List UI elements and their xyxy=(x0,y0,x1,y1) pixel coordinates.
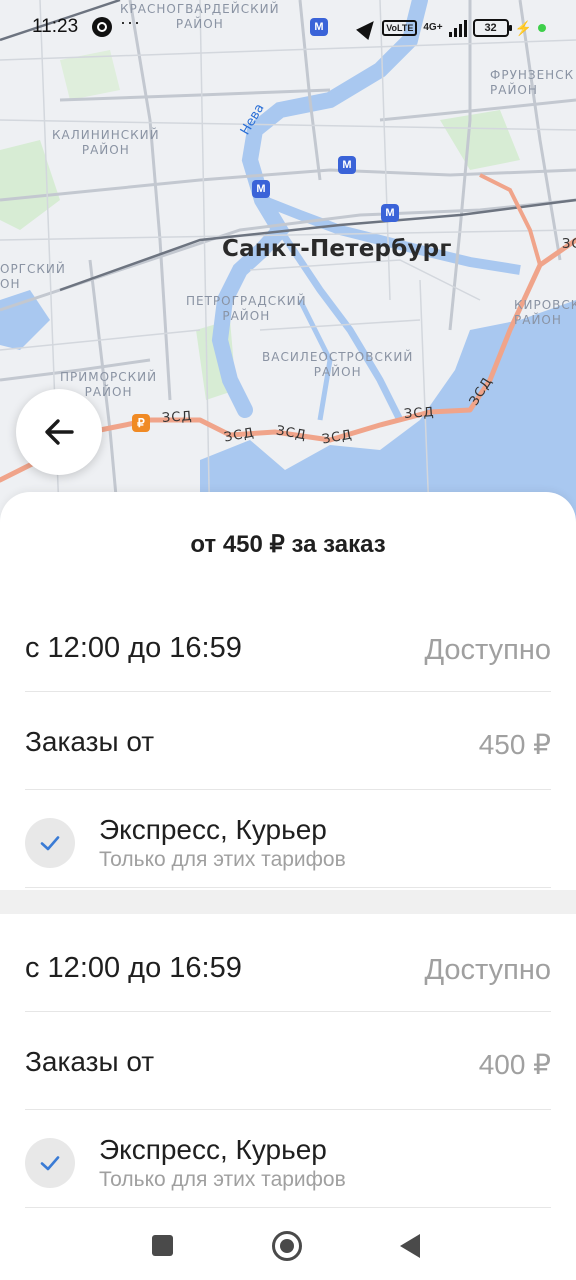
district-label-vasileostrovsky: ВАСИЛЕОСТРОВСКИЙ РАЙОН xyxy=(262,350,414,379)
status-time: 11:23 xyxy=(32,16,79,37)
recent-apps-square-icon[interactable] xyxy=(152,1235,173,1256)
tariff-row[interactable]: Экспресс, Курьер Только для этих тарифов xyxy=(25,1110,551,1208)
slot-card: с 12:00 до 16:59 Доступно Заказы от 400 … xyxy=(0,914,576,1208)
back-button[interactable] xyxy=(16,389,102,475)
arrow-left-icon xyxy=(45,419,74,445)
tariff-name: Экспресс, Курьер xyxy=(99,1134,327,1165)
time-slot-row[interactable]: с 12:00 до 16:59 Доступно xyxy=(25,914,551,1012)
checkmark-icon[interactable] xyxy=(25,818,75,868)
offer-sheet: от 450 ₽ за заказ с 12:00 до 16:59 Досту… xyxy=(0,492,576,1210)
status-right-group: VoLTE 4G+ 32 ⚡ xyxy=(356,15,546,41)
notification-app-icon xyxy=(92,17,112,37)
orders-from-label: Заказы от xyxy=(25,726,155,757)
slot-card: с 12:00 до 16:59 Доступно Заказы от 450 … xyxy=(0,594,576,888)
metro-icon[interactable]: М xyxy=(381,204,399,222)
volte-icon: VoLTE xyxy=(382,20,418,36)
checkmark-icon[interactable] xyxy=(25,1138,75,1188)
charging-icon: ⚡ xyxy=(514,19,532,36)
section-divider xyxy=(0,890,576,914)
time-slot-label: с 12:00 до 16:59 xyxy=(25,952,242,984)
orders-from-label: Заказы от xyxy=(25,1046,155,1077)
orders-from-row: Заказы от 450 ₽ xyxy=(25,692,551,790)
location-arrow-icon xyxy=(356,15,381,41)
signal-icon xyxy=(448,19,467,37)
network-type: 4G+ xyxy=(423,22,443,33)
district-label-kirovsky: КИРОВСК РАЙОН xyxy=(514,298,576,327)
time-slot-status: Доступно xyxy=(424,634,551,666)
metro-icon[interactable]: М xyxy=(338,156,356,174)
sheet-title: от 450 ₽ за заказ xyxy=(190,531,386,558)
system-nav-bar xyxy=(0,1210,576,1280)
back-triangle-icon[interactable] xyxy=(400,1234,420,1258)
city-label: Санкт-Петербург xyxy=(222,236,452,262)
tariff-note: Только для этих тарифов xyxy=(99,1168,346,1191)
orders-from-value: 450 ₽ xyxy=(478,729,551,760)
status-bar: 11:23 ··· VoLTE 4G+ 32 ⚡ xyxy=(0,0,576,56)
paid-road-icon: ₽ xyxy=(132,414,150,432)
privacy-indicator-icon xyxy=(538,24,546,32)
home-circle-icon[interactable] xyxy=(272,1231,302,1261)
district-label-vyborgsky: ОРГСКИЙ ОН xyxy=(0,262,66,291)
tariff-note: Только для этих тарифов xyxy=(99,848,346,871)
time-slot-label: с 12:00 до 16:59 xyxy=(25,632,242,664)
district-label-frunzensky: ФРУНЗЕНСК РАЙОН xyxy=(490,68,575,97)
time-slot-row[interactable]: с 12:00 до 16:59 Доступно xyxy=(25,594,551,692)
metro-icon[interactable]: М xyxy=(252,180,270,198)
battery-icon: 32 xyxy=(472,19,512,37)
road-label-zsd: ЗСД xyxy=(161,408,194,427)
time-slot-status: Доступно xyxy=(424,954,551,986)
district-label-petrogradsky: ПЕТРОГРАДСКИЙ РАЙОН xyxy=(186,294,307,323)
tariff-row[interactable]: Экспресс, Курьер Только для этих тарифов xyxy=(25,790,551,888)
orders-from-row: Заказы от 400 ₽ xyxy=(25,1012,551,1110)
road-label-zsd: ЗСД xyxy=(403,404,436,423)
road-label-zsd-short: ЗС xyxy=(562,237,576,252)
tariff-name: Экспресс, Курьер xyxy=(99,814,327,845)
more-notifications-icon: ··· xyxy=(120,12,141,32)
orders-from-value: 400 ₽ xyxy=(478,1049,551,1080)
district-label-kalininsky: КАЛИНИНСКИЙ РАЙОН xyxy=(52,128,160,157)
